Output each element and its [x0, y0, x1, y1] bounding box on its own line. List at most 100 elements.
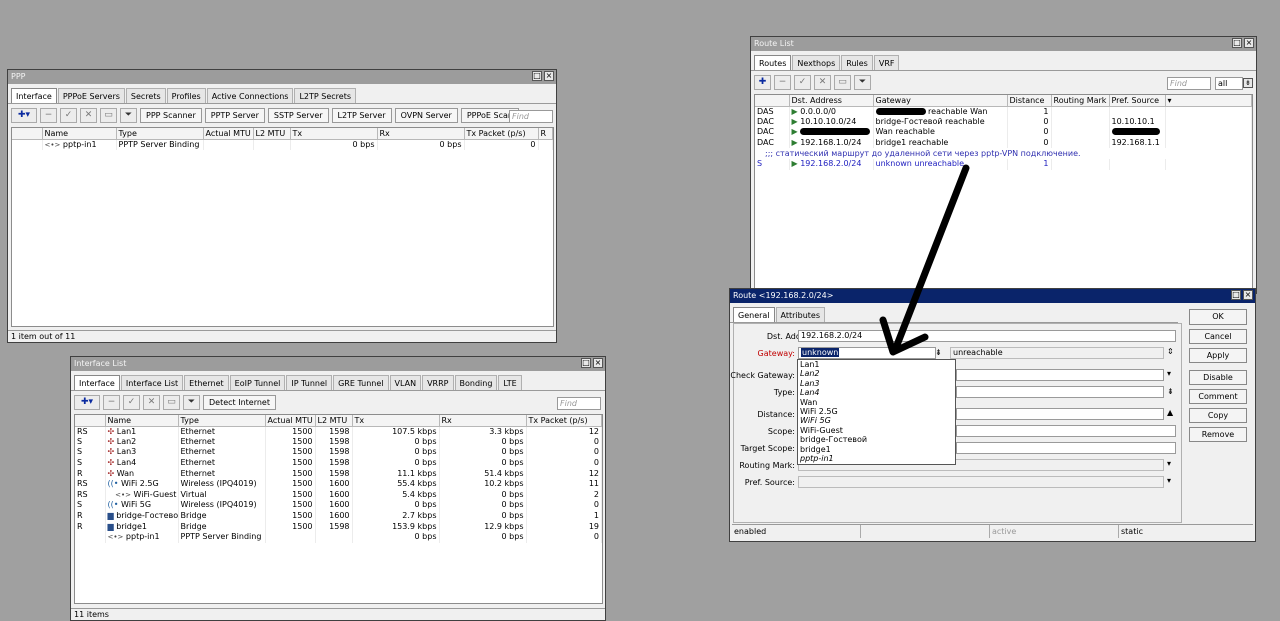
tab-ip-tunnel[interactable]: IP Tunnel — [286, 375, 333, 390]
remove-icon[interactable]: − — [103, 394, 120, 410]
ppp-scanner-button[interactable]: PPP Scanner — [140, 107, 202, 123]
route-dialog-titlebar[interactable]: Route <192.168.2.0/24> □ × — [730, 289, 1255, 303]
tab-nexthops[interactable]: Nexthops — [792, 55, 841, 70]
col-rx[interactable]: Rx — [377, 128, 465, 140]
comment-button[interactable]: Comment — [1189, 389, 1247, 404]
col-rx[interactable]: Rx — [439, 415, 527, 427]
table-row[interactable]: RS ✣ Lan1 Ethernet 1500 1598 107.5 kbps 3.3 kb… — [75, 426, 602, 437]
table-row[interactable]: R ✣ Wan Ethernet 1500 1598 11.1 kbps 51.4 kbps… — [75, 468, 602, 479]
gateway-option[interactable]: WiFi 5G — [798, 416, 955, 425]
target-scope-input[interactable] — [956, 442, 1176, 454]
tab-active-connections[interactable]: Active Connections — [206, 88, 294, 103]
disable-icon[interactable]: ✕ — [80, 107, 97, 123]
type-dropdown-icon[interactable]: ⇟ — [1167, 387, 1174, 396]
route-comment-row[interactable]: ;;; статический маршрут до удаленной сет… — [755, 148, 1252, 159]
col-tx-packet[interactable]: Tx Packet (p/s) — [464, 128, 539, 140]
tab-profiles[interactable]: Profiles — [166, 88, 206, 103]
close-icon[interactable]: × — [1243, 290, 1253, 300]
col-pref-source[interactable]: Pref. Source — [1109, 95, 1166, 107]
col-l2-mtu[interactable]: L2 MTU — [253, 128, 291, 140]
pref-source-dropdown-icon[interactable]: ▾ — [1167, 476, 1171, 485]
sstp-server-button[interactable]: SSTP Server — [267, 107, 329, 123]
enable-icon[interactable]: ✓ — [60, 107, 77, 123]
maximize-icon[interactable]: □ — [532, 71, 542, 81]
disable-icon[interactable]: ✕ — [143, 394, 160, 410]
close-icon[interactable]: × — [593, 358, 603, 368]
routes-filter-select[interactable]: all — [1215, 77, 1243, 90]
routes-find-input[interactable]: Find — [1167, 77, 1211, 90]
table-row[interactable]: S ▶ 192.168.2.0/24 unknown unreachable 1 — [755, 158, 1252, 170]
maximize-icon[interactable]: □ — [1231, 290, 1241, 300]
gateway-option[interactable]: pptp-in1 — [798, 454, 955, 463]
remove-icon[interactable]: − — [774, 74, 791, 90]
ok-button[interactable]: OK — [1189, 309, 1247, 325]
gateway-option[interactable]: WiFi-Guest — [798, 426, 955, 435]
col-routing-mark[interactable]: Routing Mark — [1051, 95, 1110, 107]
tab-vrf[interactable]: VRF — [873, 55, 900, 70]
remove-icon[interactable]: − — [40, 107, 57, 123]
tab-interface[interactable]: Interface — [74, 375, 120, 390]
col-tx-packet[interactable]: Tx Packet (p/s) — [526, 415, 602, 427]
close-icon[interactable]: × — [544, 71, 554, 81]
gateway-option[interactable]: bridge-Гостевой — [798, 435, 955, 444]
gateway-option[interactable]: Lan2 — [798, 369, 955, 378]
tab-routes[interactable]: Routes — [754, 55, 792, 70]
col-name[interactable]: Name — [42, 128, 117, 140]
tab-interface[interactable]: Interface — [11, 88, 57, 103]
tab-vlan[interactable]: VLAN — [389, 375, 422, 390]
table-row[interactable]: RS ((• WiFi 2.5G Wireless (IPQ4019) 1500 160… — [75, 478, 602, 490]
col-dst-address[interactable]: Dst. Address — [789, 95, 874, 107]
col-distance[interactable]: Distance — [1007, 95, 1052, 107]
iflist-titlebar[interactable]: Interface List □ × — [71, 357, 605, 371]
gateway-dropdown-icon[interactable]: ⇟ — [935, 348, 942, 357]
detect-internet-button[interactable]: Detect Internet — [203, 394, 276, 410]
add-icon[interactable]: ✚ — [754, 74, 771, 90]
disable-icon[interactable]: ✕ — [814, 74, 831, 90]
table-row[interactable]: R ▆ bridge1 Bridge 1500 1598 153.9 kbps 12.9 k… — [75, 521, 602, 532]
col-menu-icon[interactable]: ▾ — [1165, 95, 1252, 107]
gateway-option[interactable]: Lan4 — [798, 388, 955, 397]
check-gateway-select[interactable] — [956, 369, 1164, 381]
col-r[interactable]: R — [538, 128, 553, 140]
apply-button[interactable]: Apply — [1189, 348, 1247, 363]
scope-input[interactable] — [956, 425, 1176, 437]
cancel-button[interactable]: Cancel — [1189, 329, 1247, 344]
ovpn-server-button[interactable]: OVPN Server — [394, 107, 458, 123]
routing-mark-dropdown-icon[interactable]: ▾ — [1167, 459, 1171, 468]
col-type[interactable]: Type — [116, 128, 204, 140]
comment-icon[interactable]: ▭ — [100, 107, 117, 123]
col-tx[interactable]: Tx — [290, 128, 378, 140]
tab-bonding[interactable]: Bonding — [454, 375, 498, 390]
tab-eoip-tunnel[interactable]: EoIP Tunnel — [229, 375, 286, 390]
tab-interface-list[interactable]: Interface List — [120, 375, 184, 390]
gateway-option[interactable]: Wan — [798, 398, 955, 407]
gateway-input[interactable]: unknown — [798, 347, 936, 359]
table-row[interactable]: RS <•> WiFi-Guest Virtual 1500 1600 5.4 kbps… — [75, 489, 602, 501]
gateway-updown-icon[interactable]: ⇕ — [1167, 347, 1174, 356]
gateway-option[interactable]: Lan1 — [798, 360, 955, 369]
table-row[interactable]: S ✣ Lan3 Ethernet 1500 1598 0 bps 0 bps 0 — [75, 447, 602, 458]
enable-icon[interactable]: ✓ — [123, 394, 140, 410]
table-row[interactable]: R ▆ bridge-Гостевой Bridge 1500 1600 2.7 kbps… — [75, 510, 602, 522]
gateway-option[interactable]: Lan3 — [798, 379, 955, 388]
tab-gre-tunnel[interactable]: GRE Tunnel — [333, 375, 389, 390]
close-icon[interactable]: × — [1244, 38, 1254, 48]
remove-button[interactable]: Remove — [1189, 427, 1247, 442]
copy-button[interactable]: Copy — [1189, 408, 1247, 423]
maximize-icon[interactable]: □ — [581, 358, 591, 368]
add-icon[interactable]: ✚▾ — [74, 394, 100, 410]
enable-icon[interactable]: ✓ — [794, 74, 811, 90]
pptp-server-button[interactable]: PPTP Server — [204, 107, 265, 123]
type-select[interactable] — [956, 386, 1164, 398]
distance-input[interactable] — [956, 408, 1164, 420]
table-row[interactable]: DAC ▶ 10.10.10.0/24 bridge-Гостевой reacha… — [755, 116, 1252, 128]
add-icon[interactable]: ✚▾ — [11, 107, 37, 123]
iflist-find-input[interactable]: Find — [557, 397, 601, 410]
tab-l2tp-secrets[interactable]: L2TP Secrets — [294, 88, 356, 103]
check-gateway-dropdown-icon[interactable]: ▾ — [1167, 369, 1171, 378]
table-row[interactable]: DAS ▶ 0.0.0.0/0 reachable Wan 1 — [755, 106, 1252, 117]
disable-button[interactable]: Disable — [1189, 370, 1247, 385]
table-row[interactable]: S ✣ Lan4 Ethernet 1500 1598 0 bps 0 bps 0 — [75, 457, 602, 469]
ppp-find-input[interactable]: Find — [509, 110, 553, 123]
ppp-titlebar[interactable]: PPP □ × — [8, 70, 556, 84]
